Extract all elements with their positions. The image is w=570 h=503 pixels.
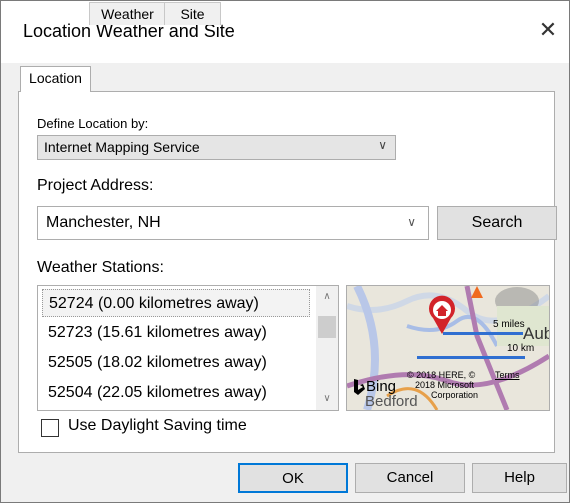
list-item[interactable]: 52724 (0.00 kilometres away) xyxy=(42,289,310,317)
map-preview[interactable]: 5 miles Aub 10 km Bing Bedford © 2018 HE… xyxy=(346,285,550,411)
weather-stations-list[interactable]: 52724 (0.00 kilometres away) 52723 (15.6… xyxy=(37,285,339,411)
cancel-button[interactable]: Cancel xyxy=(355,463,465,493)
scale-miles: 5 miles xyxy=(493,319,525,330)
project-address-value: Manchester, NH xyxy=(46,214,161,231)
daylight-saving-label: Use Daylight Saving time xyxy=(68,417,247,434)
chevron-down-icon[interactable]: ∨ xyxy=(407,215,416,229)
map-copyright-line1: © 2018 HERE, © xyxy=(407,370,476,380)
help-button[interactable]: Help xyxy=(472,463,567,493)
map-terms-link[interactable]: Terms xyxy=(495,370,520,380)
tab-weather-label: Weather xyxy=(101,6,154,22)
search-button[interactable]: Search xyxy=(437,206,557,240)
close-icon[interactable]: ✕ xyxy=(533,15,563,45)
scale-km: 10 km xyxy=(507,343,535,354)
place-label-bedford: Bedford xyxy=(365,393,418,410)
ok-button[interactable]: OK xyxy=(238,463,348,493)
list-item[interactable]: 52723 (15.61 kilometres away) xyxy=(42,319,310,347)
weather-stations-label: Weather Stations: xyxy=(37,259,164,276)
map-copyright-line3: Corporation xyxy=(431,390,479,400)
title-bar: Location Weather and Site ✕ xyxy=(1,1,569,63)
tab-site[interactable]: Site xyxy=(164,2,221,25)
tab-site-label: Site xyxy=(180,6,205,22)
scroll-down-icon[interactable]: ∨ xyxy=(316,390,338,408)
scroll-up-icon[interactable]: ∧ xyxy=(316,288,338,306)
list-scrollbar[interactable]: ∧ ∨ xyxy=(316,286,338,410)
define-location-select[interactable]: Internet Mapping Service ∨ xyxy=(37,135,396,160)
tab-location-label: Location xyxy=(29,70,82,86)
chevron-down-icon: ∨ xyxy=(378,138,387,152)
location-pin-icon xyxy=(429,295,455,334)
define-location-label: Define Location by: xyxy=(37,116,149,131)
tab-weather[interactable]: Weather xyxy=(89,2,166,25)
list-item[interactable]: 52504 (22.05 kilometres away) xyxy=(42,379,310,407)
scale-bar-km xyxy=(417,356,525,359)
define-location-value: Internet Mapping Service xyxy=(44,139,200,155)
scroll-thumb[interactable] xyxy=(318,316,336,338)
daylight-saving-checkbox[interactable] xyxy=(41,419,59,437)
scale-bar-miles xyxy=(443,332,523,335)
bing-logo-icon xyxy=(354,379,365,395)
project-address-field[interactable]: Manchester, NH ∨ xyxy=(37,206,429,240)
map-copyright-line2: 2018 Microsoft xyxy=(415,380,475,390)
tab-location[interactable]: Location xyxy=(20,66,91,92)
project-address-label: Project Address: xyxy=(37,177,154,194)
list-item[interactable]: 52505 (18.02 kilometres away) xyxy=(42,349,310,377)
place-label-aub: Aub xyxy=(523,324,549,343)
